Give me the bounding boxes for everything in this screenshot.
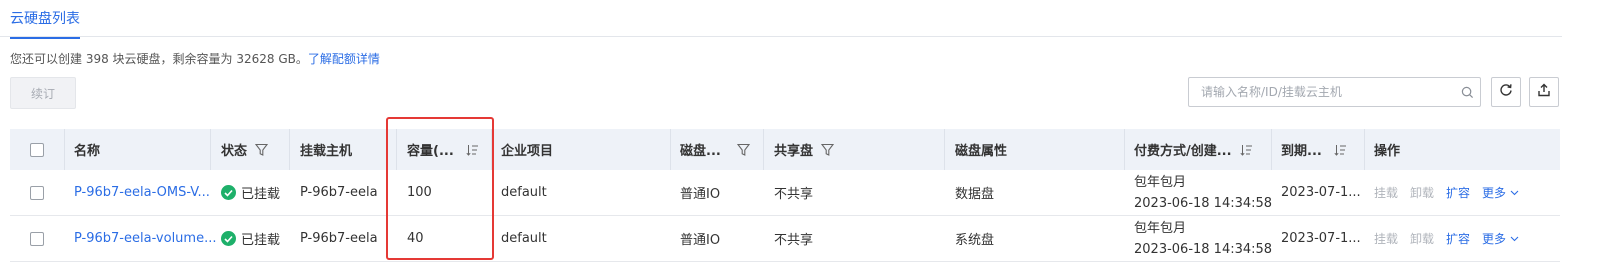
select-all-checkbox-cell bbox=[30, 129, 44, 170]
disk-type-cell: 普通IO bbox=[680, 233, 721, 248]
chevron-down-icon bbox=[1510, 190, 1519, 196]
expire-cell: 2023-07-1... bbox=[1281, 231, 1361, 246]
filter-icon[interactable] bbox=[736, 143, 750, 157]
quota-details-link[interactable]: 了解配额详情 bbox=[308, 52, 380, 66]
check-icon bbox=[221, 185, 236, 200]
column-divider bbox=[1364, 129, 1365, 170]
column-divider bbox=[289, 129, 290, 170]
status-text: 已挂载 bbox=[241, 233, 281, 248]
refresh-button[interactable] bbox=[1491, 77, 1521, 107]
column-divider bbox=[396, 129, 397, 170]
status-cell: 已挂载 bbox=[221, 216, 280, 261]
column-divider bbox=[1124, 129, 1125, 170]
table-header: 名称 状态 挂载主机 容量(... 企业项目 磁盘... 共享盘 磁盘属性 付费… bbox=[10, 129, 1560, 170]
attach-action[interactable]: 挂载 bbox=[1374, 184, 1398, 201]
capacity-cell: 100 bbox=[407, 185, 432, 200]
tab-bar: 云硬盘列表 bbox=[0, 0, 1562, 39]
actions-cell: 挂载 卸载 扩容 更多 bbox=[1374, 216, 1519, 261]
column-divider bbox=[670, 129, 671, 170]
column-divider bbox=[763, 129, 764, 170]
status-cell: 已挂载 bbox=[221, 170, 280, 215]
disk-name-cell: P-96b7-eela-OMS-V... bbox=[74, 170, 210, 215]
header-project: 企业项目 bbox=[501, 144, 554, 159]
capacity-cell: 40 bbox=[407, 231, 424, 246]
filter-icon[interactable] bbox=[821, 143, 835, 157]
column-divider bbox=[210, 129, 211, 170]
column-divider bbox=[64, 129, 65, 170]
created-time: 2023-06-18 14:34:58 bbox=[1134, 241, 1273, 257]
attribute-cell: 数据盘 bbox=[955, 187, 995, 202]
row-checkbox-cell bbox=[30, 170, 44, 215]
more-actions[interactable]: 更多 bbox=[1482, 230, 1519, 247]
shared-cell: 不共享 bbox=[774, 233, 814, 248]
billing-cell: 包年包月 2023-06-18 14:34:58 bbox=[1134, 216, 1272, 261]
expire-cell: 2023-07-1... bbox=[1281, 185, 1361, 200]
expand-action[interactable]: 扩容 bbox=[1446, 184, 1470, 201]
column-divider bbox=[944, 129, 945, 170]
project-cell: default bbox=[501, 185, 547, 200]
select-all-checkbox[interactable] bbox=[30, 142, 44, 157]
disk-type-cell: 普通IO bbox=[680, 187, 721, 202]
header-attribute: 磁盘属性 bbox=[955, 144, 1008, 159]
billing-cell: 包年包月 2023-06-18 14:34:58 bbox=[1134, 170, 1272, 215]
chevron-down-icon bbox=[1510, 236, 1519, 242]
sort-icon[interactable] bbox=[1334, 144, 1347, 156]
expand-action[interactable]: 扩容 bbox=[1446, 230, 1470, 247]
host-cell: P-96b7-eela bbox=[300, 231, 378, 246]
search-input[interactable] bbox=[1189, 78, 1454, 106]
quota-info: 您还可以创建 398 块云硬盘，剩余容量为 32628 GB。了解配额详情 bbox=[10, 50, 380, 67]
status-text: 已挂载 bbox=[241, 187, 281, 202]
header-shared: 共享盘 bbox=[774, 129, 835, 170]
row-checkbox[interactable] bbox=[30, 185, 44, 200]
search-icon[interactable] bbox=[1454, 78, 1480, 106]
actions-cell: 挂载 卸载 扩容 更多 bbox=[1374, 170, 1519, 215]
header-disk-type: 磁盘... bbox=[680, 129, 750, 170]
host-cell: P-96b7-eela bbox=[300, 185, 378, 200]
header-actions: 操作 bbox=[1374, 144, 1401, 159]
tab-disk-list[interactable]: 云硬盘列表 bbox=[10, 8, 80, 39]
header-host: 挂载主机 bbox=[300, 144, 353, 159]
column-divider bbox=[491, 129, 492, 170]
header-name: 名称 bbox=[74, 144, 101, 159]
detach-action[interactable]: 卸载 bbox=[1410, 184, 1434, 201]
sort-icon[interactable] bbox=[1240, 144, 1253, 156]
more-actions[interactable]: 更多 bbox=[1482, 184, 1519, 201]
header-expire: 到期... bbox=[1281, 129, 1347, 170]
billing-mode: 包年包月 bbox=[1134, 174, 1187, 190]
search-box bbox=[1188, 77, 1481, 107]
filter-icon[interactable] bbox=[255, 143, 269, 157]
export-button[interactable] bbox=[1529, 77, 1559, 107]
header-billing: 付费方式/创建... bbox=[1134, 129, 1253, 170]
created-time: 2023-06-18 14:34:58 bbox=[1134, 195, 1273, 211]
table-row: P-96b7-eela-OMS-V... 已挂载 P-96b7-eela 100… bbox=[10, 170, 1560, 216]
disk-name-link[interactable]: P-96b7-eela-volume... bbox=[74, 231, 216, 246]
disk-name-link[interactable]: P-96b7-eela-OMS-V... bbox=[74, 185, 210, 200]
detach-action[interactable]: 卸载 bbox=[1410, 230, 1434, 247]
refresh-icon bbox=[1499, 83, 1513, 101]
column-divider bbox=[1271, 129, 1272, 170]
project-cell: default bbox=[501, 231, 547, 246]
export-icon bbox=[1537, 83, 1551, 101]
row-checkbox[interactable] bbox=[30, 231, 44, 246]
renew-button[interactable]: 续订 bbox=[10, 77, 76, 109]
header-capacity: 容量(... bbox=[407, 129, 479, 170]
attribute-cell: 系统盘 bbox=[955, 233, 995, 248]
table-row: P-96b7-eela-volume... 已挂载 P-96b7-eela 40… bbox=[10, 216, 1560, 262]
disk-name-cell: P-96b7-eela-volume... bbox=[74, 216, 216, 261]
attach-action[interactable]: 挂载 bbox=[1374, 230, 1398, 247]
sort-icon[interactable] bbox=[466, 144, 479, 156]
billing-mode: 包年包月 bbox=[1134, 220, 1187, 236]
quota-text: 您还可以创建 398 块云硬盘，剩余容量为 32628 GB。 bbox=[10, 52, 308, 66]
shared-cell: 不共享 bbox=[774, 187, 814, 202]
header-status: 状态 bbox=[221, 129, 269, 170]
row-checkbox-cell bbox=[30, 216, 44, 261]
check-icon bbox=[221, 231, 236, 246]
disk-table: 名称 状态 挂载主机 容量(... 企业项目 磁盘... 共享盘 磁盘属性 付费… bbox=[10, 129, 1560, 262]
